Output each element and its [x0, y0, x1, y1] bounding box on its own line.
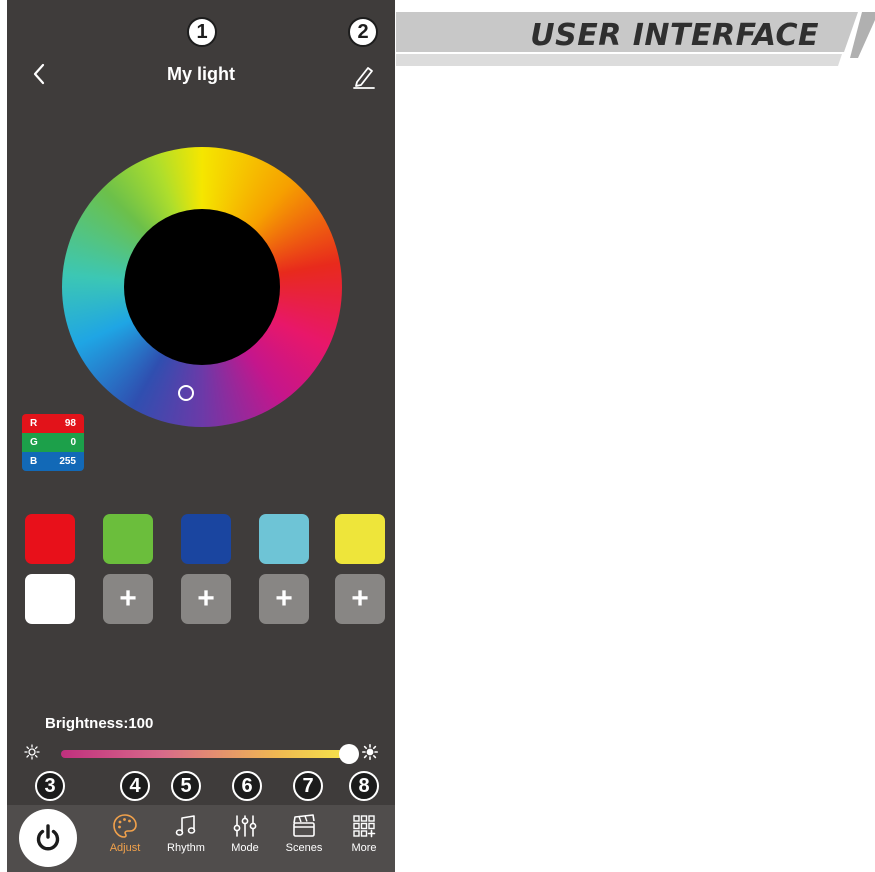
callout-3: 3 — [35, 771, 65, 801]
banner-title: USER INTERFACE — [530, 18, 819, 53]
tab-scenes-label: Scenes — [285, 842, 323, 854]
clapperboard-icon — [293, 814, 315, 837]
add-color-button[interactable]: + — [335, 574, 385, 624]
tab-more[interactable]: More — [337, 813, 391, 854]
pencil-icon — [353, 67, 375, 89]
user-interface-banner: USER INTERFACE — [396, 8, 875, 66]
color-picker-handle[interactable] — [178, 385, 194, 401]
callout-2: 2 — [348, 17, 378, 47]
callout-7: 7 — [293, 771, 323, 801]
bottom-nav: Adjust Rhythm Mode Scenes More — [7, 805, 395, 872]
add-color-button[interactable]: + — [103, 574, 153, 624]
red-value-row: R 98 — [22, 414, 84, 433]
tab-rhythm-label: Rhythm — [167, 842, 205, 854]
rgb-readout: R 98 G 0 B 255 — [22, 414, 84, 471]
music-note-icon — [175, 815, 196, 836]
blue-value-row: B 255 — [22, 452, 84, 471]
page-title: My light — [167, 64, 235, 84]
power-button[interactable] — [19, 809, 77, 867]
grid-icon — [353, 815, 376, 838]
palette-icon — [113, 814, 137, 838]
sliders-icon — [233, 815, 257, 837]
color-wheel[interactable] — [62, 147, 342, 427]
brightness-label: Brightness:100 — [45, 715, 154, 732]
blue-label: B — [30, 456, 38, 467]
green-value-row: G 0 — [22, 433, 84, 452]
color-preview — [124, 209, 280, 365]
swatch-blue[interactable] — [181, 514, 231, 564]
brightness-slider[interactable] — [61, 744, 359, 764]
green-value: 0 — [70, 437, 76, 448]
add-color-button[interactable]: + — [181, 574, 231, 624]
green-label: G — [30, 437, 38, 448]
callout-1: 1 — [187, 17, 217, 47]
add-color-button[interactable]: + — [259, 574, 309, 624]
app-screen: 1 2 My light R 98 G 0 B 255 + + + + Brig… — [7, 0, 395, 872]
brightness-high-icon — [362, 744, 378, 760]
swatch-white[interactable] — [25, 574, 75, 624]
red-label: R — [30, 418, 38, 429]
brightness-slider-thumb[interactable] — [339, 744, 359, 764]
red-value: 98 — [64, 418, 76, 429]
power-icon — [36, 824, 60, 851]
tab-adjust-label: Adjust — [109, 842, 141, 854]
swatch-yellow[interactable] — [335, 514, 385, 564]
brightness-low-icon — [24, 744, 40, 760]
edit-button[interactable] — [351, 62, 377, 90]
tab-mode[interactable]: Mode — [218, 813, 272, 854]
swatch-light-blue[interactable] — [259, 514, 309, 564]
callout-8: 8 — [349, 771, 379, 801]
tab-adjust[interactable]: Adjust — [98, 813, 152, 854]
tab-more-label: More — [351, 842, 377, 854]
callout-4: 4 — [120, 771, 150, 801]
tab-rhythm[interactable]: Rhythm — [159, 813, 213, 854]
tab-scenes[interactable]: Scenes — [277, 813, 331, 854]
callout-6: 6 — [232, 771, 262, 801]
swatch-green[interactable] — [103, 514, 153, 564]
callout-5: 5 — [171, 771, 201, 801]
swatch-red[interactable] — [25, 514, 75, 564]
blue-value: 255 — [59, 456, 76, 467]
tab-mode-label: Mode — [231, 842, 259, 854]
